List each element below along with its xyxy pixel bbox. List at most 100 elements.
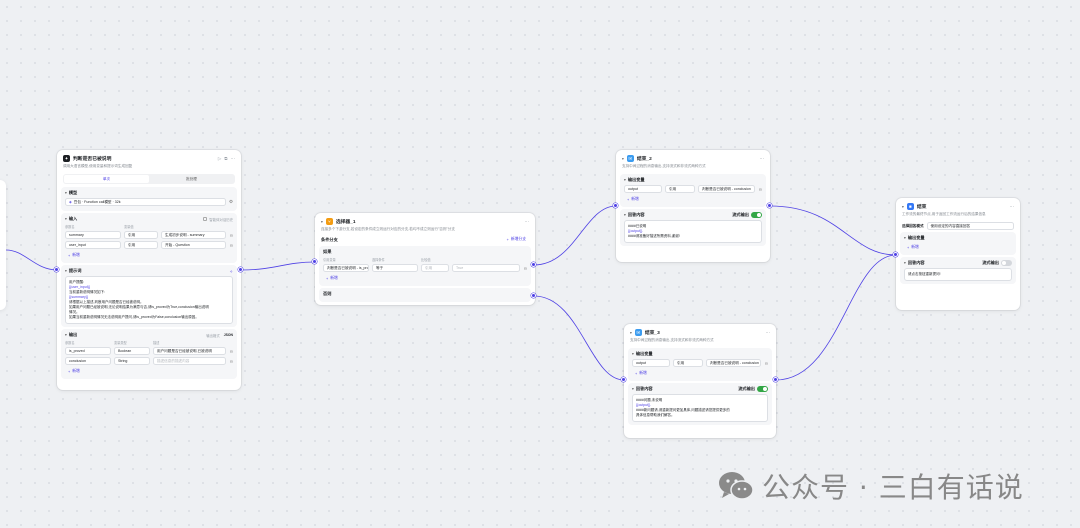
- output-label: 输出: [68, 332, 78, 337]
- collapse-icon[interactable]: ▾: [65, 333, 67, 337]
- output-desc-field[interactable]: 用户问题是否已经被说明,已被说明: [153, 347, 227, 355]
- input-label: 输入: [68, 216, 78, 221]
- add-output-var-button[interactable]: + 新增: [904, 243, 922, 252]
- output-var-type[interactable]: 引用: [665, 185, 695, 193]
- output-var-value[interactable]: 判断是否已被说明 - conclusion: [706, 359, 762, 367]
- collapse-icon[interactable]: ▾: [630, 331, 632, 335]
- remove-icon[interactable]: ⊖: [229, 243, 233, 248]
- input-type-select[interactable]: 引用: [124, 231, 158, 239]
- message-node-top[interactable]: ▾ ✉ 结束_2 ⋯ 支持中间过程的消息输出,支持流式和非流式两种方式 ▾ 输出变…: [616, 150, 770, 262]
- add-input-button[interactable]: + 新增: [65, 251, 83, 260]
- llm-input-port[interactable]: [54, 267, 59, 272]
- collapse-icon[interactable]: ▾: [632, 352, 634, 356]
- prompt-editor[interactable]: 用户提醒: {{user_input}} 当前重新说明情况如下: {{summa…: [65, 276, 233, 324]
- stream-toggle[interactable]: [751, 212, 762, 218]
- input-row: summary 引用 生成初步说明 - summary ⊖: [65, 231, 233, 239]
- output-name-field[interactable]: conclusion: [65, 357, 111, 365]
- tab-batch[interactable]: 批处理: [149, 175, 234, 183]
- edge-msgtop-to-end: [769, 205, 897, 256]
- input-value-select[interactable]: 生成初步说明 - summary: [161, 231, 227, 239]
- more-icon[interactable]: ⋯: [760, 156, 765, 162]
- llm-node-title: 判断是否已被说明: [73, 157, 112, 162]
- collapse-icon[interactable]: ▾: [904, 236, 906, 240]
- output-var-name[interactable]: output: [624, 185, 662, 193]
- add-output-var-button[interactable]: + 新增: [632, 369, 650, 378]
- settings-icon[interactable]: ⚙: [229, 199, 233, 205]
- remove-icon[interactable]: ⊖: [229, 233, 233, 238]
- add-branch-button[interactable]: + 新增分支: [504, 235, 529, 244]
- msgtop-output-port[interactable]: [767, 203, 772, 208]
- msgtop-input-port[interactable]: [613, 203, 618, 208]
- output-desc-field[interactable]: 描述信息的描述内容: [153, 357, 227, 365]
- llm-output-port[interactable]: [238, 267, 243, 272]
- collapse-icon[interactable]: ▾: [65, 191, 67, 195]
- add-condition-button[interactable]: + 新增: [323, 274, 341, 283]
- model-value: 豆包 · Function call模型 · 32k: [73, 199, 121, 204]
- edge-llm-to-cond: [240, 261, 316, 271]
- remove-icon[interactable]: ⊖: [523, 266, 527, 271]
- condition-input-port[interactable]: [312, 259, 317, 264]
- output-type-select[interactable]: Boolean: [114, 347, 150, 355]
- remove-icon[interactable]: ⊖: [764, 361, 768, 366]
- collapse-icon[interactable]: ▾: [65, 269, 67, 273]
- remove-icon[interactable]: ⊖: [229, 359, 233, 364]
- previous-node-stub[interactable]: [0, 180, 6, 310]
- add-output-var-button[interactable]: + 新增: [624, 195, 642, 204]
- output-name-field[interactable]: is_proved: [65, 347, 111, 355]
- input-section: ▾ 输入 智能体对话历史 参数名 变量值 summary 引用 生成初步说明 - su…: [61, 213, 237, 263]
- run-icon[interactable]: ▷: [218, 156, 221, 162]
- model-select[interactable]: ◈ 豆包 · Function call模型 · 32k: [65, 198, 226, 206]
- condition-op-select[interactable]: 等于: [372, 264, 418, 272]
- collapse-icon[interactable]: ▾: [902, 205, 904, 209]
- condition-var-select[interactable]: 判断是否已被说明 - is_proved: [323, 264, 369, 272]
- remove-icon[interactable]: ⊖: [758, 187, 762, 192]
- mode-select[interactable]: 使用设定的内容直接回答: [926, 222, 1014, 230]
- input-value-select[interactable]: 开始 - Question: [161, 241, 227, 249]
- output-var-type[interactable]: 引用: [673, 359, 703, 367]
- reply-editor[interactable]: ####已说明 {{output}} ####请准备好描述所需资料,谢谢!: [624, 220, 762, 243]
- condition-node[interactable]: ▾ ⑂ 选择器_1 ⋯ 连接多个下游分支,若设定的条件成立则运行对应的分支,若均…: [315, 213, 535, 305]
- stream-toggle[interactable]: [757, 386, 768, 392]
- collapse-icon[interactable]: ▾: [622, 157, 624, 161]
- add-output-button[interactable]: + 新增: [65, 367, 83, 376]
- msgbottom-output-port[interactable]: [773, 377, 778, 382]
- collapse-icon[interactable]: ▾: [321, 220, 323, 224]
- reply-editor[interactable]: ####问题,未说明 {{output}} ####新问题请,请重新提问更加具体…: [632, 394, 768, 422]
- output-var-name[interactable]: output: [632, 359, 670, 367]
- input-name-field[interactable]: user_input: [65, 241, 121, 249]
- more-icon[interactable]: ⋯: [1010, 204, 1015, 210]
- condition-else-port[interactable]: [531, 293, 536, 298]
- remove-icon[interactable]: ⊖: [229, 349, 233, 354]
- more-icon[interactable]: ⋯: [525, 219, 530, 225]
- copy-icon[interactable]: ⧉: [224, 156, 227, 162]
- more-icon[interactable]: ⋯: [231, 156, 236, 162]
- stream-toggle[interactable]: [1001, 260, 1012, 266]
- collapse-icon[interactable]: ▾: [624, 178, 626, 182]
- plus-icon: +: [68, 369, 71, 374]
- input-name-field[interactable]: summary: [65, 231, 121, 239]
- end-node-desc: 工作流的最终节点,用于返回工作流运行后的结果信息: [902, 212, 986, 216]
- input-type-select[interactable]: 引用: [124, 241, 158, 249]
- msgbottom-input-port[interactable]: [621, 377, 626, 382]
- llm-node[interactable]: ✦ 判断是否已被说明 ▷ ⧉ ⋯ 调用大语言模型,使用变量和提示词生成回复 单次…: [57, 150, 241, 390]
- end-input-port[interactable]: [893, 252, 898, 257]
- collapse-icon[interactable]: ▾: [65, 217, 67, 221]
- reply-editor[interactable]: 请点击按钮重新提问!: [904, 268, 1012, 281]
- condition-cmp-type[interactable]: 引用: [421, 264, 449, 272]
- condition-if-port[interactable]: [531, 262, 536, 267]
- condition-cmp-value[interactable]: True: [452, 264, 521, 272]
- end-node[interactable]: ▾ ■ 结束 ⋯ 工作流的最终节点,用于返回工作流运行后的结果信息 选择回答模式…: [896, 198, 1020, 310]
- more-icon[interactable]: ⋯: [766, 330, 771, 336]
- collapse-icon[interactable]: ▾: [632, 387, 634, 391]
- collapse-icon[interactable]: ▾: [624, 213, 626, 217]
- collapse-icon[interactable]: ▾: [904, 261, 906, 265]
- message-node-bottom[interactable]: ▾ ✉ 结束_3 ⋯ 支持中间过程的消息输出,支持流式和非流式两种方式 ▾ 输出变…: [624, 324, 776, 438]
- ai-optimize-icon[interactable]: ✧: [229, 269, 233, 274]
- output-type-select[interactable]: String: [114, 357, 150, 365]
- output-format-select[interactable]: JSON: [224, 333, 233, 337]
- history-checkbox[interactable]: [203, 217, 208, 221]
- reply-label: 回答内容: [635, 386, 653, 391]
- tab-single[interactable]: 单次: [64, 175, 149, 183]
- workflow-canvas[interactable]: ✦ 判断是否已被说明 ▷ ⧉ ⋯ 调用大语言模型,使用变量和提示词生成回复 单次…: [0, 0, 1080, 528]
- output-var-value[interactable]: 判断是否已被说明 - conclusion: [698, 185, 756, 193]
